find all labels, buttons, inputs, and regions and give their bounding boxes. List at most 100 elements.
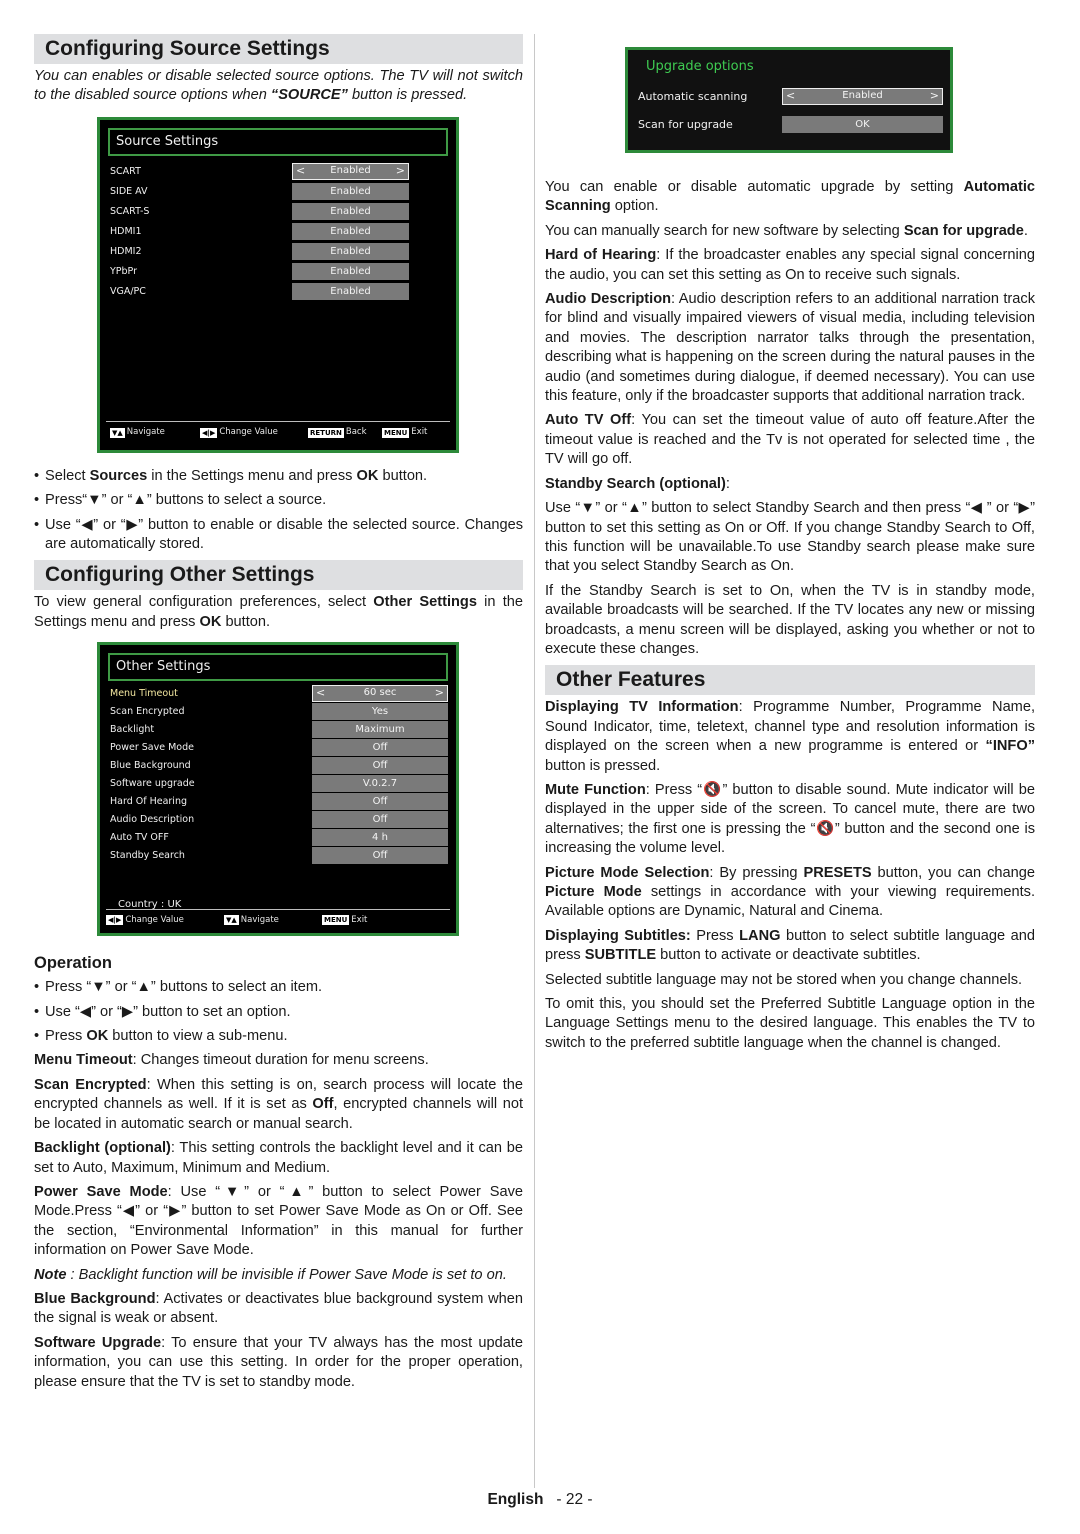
back-hint: RETURN Back <box>308 423 382 442</box>
down-up-key-icon: ▼▲ <box>110 427 125 438</box>
text: : Audio description refers to an additio… <box>545 291 1036 405</box>
list-item: Press “▼” or “▲” buttons to select an it… <box>34 978 523 998</box>
exit-hint: MENU Exit <box>382 423 427 442</box>
change-value-hint: ◀|▶ Change Value <box>106 911 224 930</box>
osd-row-value[interactable]: 60 sec < > <box>312 685 448 703</box>
osd-row-value[interactable]: Enabled <box>292 262 409 280</box>
text: You can manually search for new software… <box>545 222 904 239</box>
term: Displaying Subtitles: <box>545 927 691 944</box>
osd-row-value[interactable]: Enabled <box>292 202 409 220</box>
term: Picture Mode Selection <box>545 864 710 881</box>
term: Backlight (optional) <box>34 1140 171 1157</box>
chevron-left-icon[interactable]: < <box>316 686 325 700</box>
auto-tv-off-para: Auto TV Off: You can set the timeout val… <box>545 411 1035 469</box>
osd-row[interactable]: Scan Encrypted Yes <box>110 703 448 721</box>
source-intro: You can enables or disable selected sour… <box>34 67 523 106</box>
chevron-left-icon[interactable]: < <box>786 89 795 103</box>
power-save-para: Power Save Mode: Use “▼” or “▲” button t… <box>34 1183 523 1261</box>
term: Software Upgrade <box>34 1334 162 1351</box>
term: OK <box>356 467 379 484</box>
other-intro: To view general configuration preference… <box>34 593 523 632</box>
osd-row[interactable]: Backlight Maximum <box>110 721 448 739</box>
chevron-right-icon[interactable]: > <box>930 89 939 103</box>
osd-row[interactable]: YPbPr Enabled <box>110 262 446 280</box>
change-value-hint: ◀|▶ Change Value <box>200 423 308 442</box>
osd-row-value[interactable]: Enabled <box>292 222 409 240</box>
osd-row[interactable]: Automatic scanning Enabled < > <box>638 88 943 105</box>
osd-row[interactable]: Standby Search Off <box>110 847 448 865</box>
osd-row-value[interactable]: Enabled <box>292 282 409 300</box>
osd-row[interactable]: SIDE AV Enabled <box>110 182 446 200</box>
text: button, you can change <box>871 864 1035 881</box>
chevron-right-icon[interactable]: > <box>435 686 444 700</box>
osd-row[interactable]: SCART Enabled < > <box>110 162 446 180</box>
term: Scan for upgrade <box>903 222 1024 239</box>
osd-row-value[interactable]: Enabled < > <box>782 88 943 105</box>
change-value-label: Change Value <box>125 914 184 925</box>
chevron-right-icon[interactable]: > <box>396 164 405 178</box>
left-right-key-icon: ◀|▶ <box>200 427 218 438</box>
osd-row-value[interactable]: Off <box>312 793 448 811</box>
osd-row-value[interactable]: OK <box>782 116 943 133</box>
osd-row-value[interactable]: Yes <box>312 703 448 721</box>
mute-icon: 🔇 <box>815 820 835 837</box>
upgrade-options-screen: Upgrade options Automatic scanning Enable… <box>625 47 953 153</box>
back-label: Back <box>345 427 367 438</box>
osd-footer: ▼▲ Navigate ◀|▶ Change Value RETURN Back ME… <box>106 420 450 444</box>
source-settings-heading: Configuring Source Settings <box>34 34 523 64</box>
list-item: Use “◀” or “▶” button to enable or disab… <box>34 516 523 555</box>
down-up-key-icon: ▼▲ <box>224 915 239 926</box>
osd-row[interactable]: Auto TV OFF 4 h <box>110 829 448 847</box>
osd-row[interactable]: HDMI2 Enabled <box>110 242 446 260</box>
return-key-icon: RETURN <box>308 427 344 438</box>
left-right-key-icon: ◀|▶ <box>106 915 124 926</box>
text: : Backlight function will be invisible i… <box>66 1266 507 1283</box>
other-settings-screen: Other Settings Menu Timeout 60 sec < > Scan … <box>97 642 459 937</box>
osd-row-value[interactable]: V.0.2.7 <box>312 775 448 793</box>
osd-row[interactable]: Scan for upgrade OK <box>638 116 943 133</box>
osd-row[interactable]: Blue Background Off <box>110 757 448 775</box>
osd-row-value[interactable]: Off <box>312 739 448 757</box>
chevron-left-icon[interactable]: < <box>296 164 305 178</box>
osd-row[interactable]: Software upgrade V.0.2.7 <box>110 775 448 793</box>
text: : By pressing <box>709 864 804 881</box>
text: : Press “ <box>645 781 703 798</box>
osd-row-value[interactable]: Off <box>312 811 448 829</box>
osd-row-value[interactable]: Enabled <box>292 242 409 260</box>
subtitles-para: Displaying Subtitles: Press LANG button … <box>545 927 1035 966</box>
term: Blue Background <box>34 1290 156 1307</box>
text: button is pressed. <box>545 757 661 774</box>
text: . <box>1023 222 1028 239</box>
text: option. <box>610 198 659 215</box>
term: “INFO” <box>985 738 1035 755</box>
text: : <box>725 475 730 492</box>
osd-row[interactable]: Audio Description Off <box>110 811 448 829</box>
page-number: - 22 - <box>556 1491 593 1508</box>
tv-info-para: Displaying TV Information: Programme Num… <box>545 698 1035 776</box>
osd-row-value[interactable]: Off <box>312 757 448 775</box>
osd-row-value[interactable]: Maximum <box>312 721 448 739</box>
source-settings-screen: Source Settings SCART Enabled < > SIDE AV Ena… <box>97 116 459 453</box>
term: Picture Mode <box>545 884 642 900</box>
osd-row[interactable]: Hard Of Hearing Off <box>110 793 448 811</box>
navigate-label: Navigate <box>240 914 279 925</box>
term: Standby Search (optional) <box>545 475 726 492</box>
osd-row-value[interactable]: Off <box>312 847 448 865</box>
osd-row[interactable]: HDMI1 Enabled <box>110 222 446 240</box>
osd-row[interactable]: Power Save Mode Off <box>110 739 448 757</box>
text: You can enable or disable automatic upgr… <box>545 179 964 195</box>
list-item: Select Sources in the Settings menu and … <box>34 467 523 487</box>
osd-row[interactable]: SCART-S Enabled <box>110 202 446 220</box>
term: PRESETS <box>803 864 872 881</box>
osd-row[interactable]: Menu Timeout 60 sec < > <box>110 685 448 703</box>
osd-row-value[interactable]: Enabled < > <box>292 162 409 180</box>
right-column: Upgrade options Automatic scanning Enable… <box>545 37 1035 1058</box>
term: LANG <box>739 927 781 944</box>
osd-row-value[interactable]: 4 h <box>312 829 448 847</box>
column-divider <box>534 34 535 1488</box>
osd-row-value[interactable]: Enabled <box>292 182 409 200</box>
subtitle-language-para: Selected subtitle language may not be st… <box>545 971 1023 988</box>
osd-row[interactable]: VGA/PC Enabled <box>110 282 446 300</box>
hard-of-hearing-para: Hard of Hearing: If the broadcaster enab… <box>545 246 1035 285</box>
standby-search-on-para: If the Standby Search is set to On, when… <box>545 582 1035 657</box>
